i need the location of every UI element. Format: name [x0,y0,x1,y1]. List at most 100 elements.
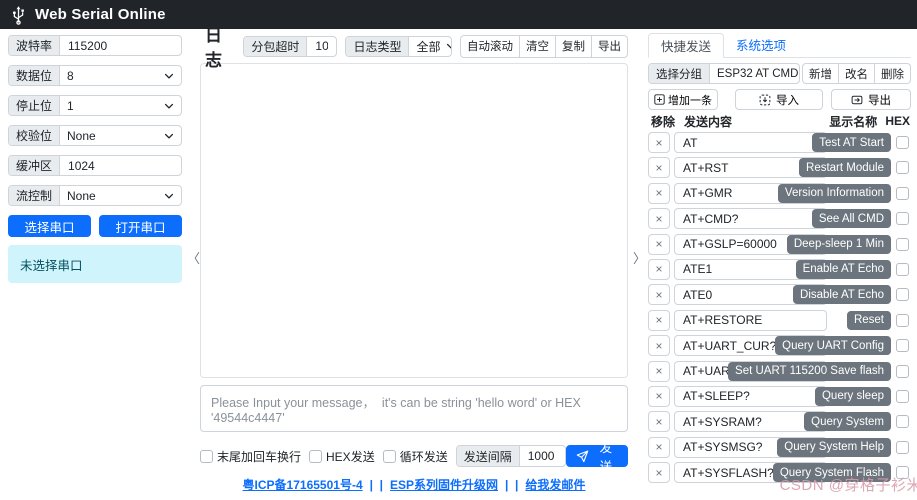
footer-separator: | | [370,478,383,492]
send-option-checkbox[interactable]: HEX发送 [309,448,375,465]
serial-setting-input[interactable] [60,36,181,55]
display-name-badge[interactable]: Query System [804,412,891,431]
serial-setting-input[interactable] [60,156,181,175]
chevron-down-icon [164,101,174,111]
log-action-button[interactable]: 导出 [591,35,628,58]
hex-checkbox[interactable] [896,441,909,454]
display-name-badge[interactable]: Version Information [778,184,891,203]
remove-row-button[interactable]: × [648,335,670,356]
display-name-badge[interactable]: See All CMD [812,209,891,228]
port-status-alert: 未选择串口 [8,245,182,283]
checkbox-label: HEX发送 [326,448,375,465]
hex-checkbox[interactable] [896,212,909,225]
hex-checkbox[interactable] [896,466,909,479]
send-option-checkbox[interactable]: 循环发送 [383,448,448,465]
log-action-button[interactable]: 复制 [555,35,592,58]
footer-link[interactable]: 粤ICP备17165501号-4 [243,476,363,493]
group-rename-button[interactable]: 改名 [838,63,875,84]
display-name-badge[interactable]: Reset [847,311,891,330]
display-name-badge[interactable]: Set UART 115200 Save flash [728,362,891,381]
tab-system-options[interactable]: 系统选项 [724,32,798,57]
remove-row-button[interactable]: × [648,310,670,331]
hex-checkbox[interactable] [896,365,909,378]
remove-row-button[interactable]: × [648,284,670,305]
collapse-right-icon[interactable]: 〉 [633,248,646,267]
send-content-input[interactable] [674,208,827,229]
select-port-button[interactable]: 选择串口 [8,215,91,237]
packet-timeout-input[interactable] [307,37,336,56]
display-name-badge[interactable]: Query System Flash [773,463,891,482]
remove-row-button[interactable]: × [648,157,670,178]
log-type-group: 日志类型 全部 [345,36,452,57]
checkbox-box-icon[interactable] [383,450,396,463]
plus-square-icon [654,94,665,105]
hex-checkbox[interactable] [896,288,909,301]
remove-row-button[interactable]: × [648,183,670,204]
right-tabs: 快捷发送 系统选项 [648,33,911,58]
send-content-input[interactable] [674,386,827,407]
footer-link[interactable]: 给我发邮件 [525,476,585,493]
display-name-badge[interactable]: Test AT Start [812,133,891,152]
checkbox-box-icon[interactable] [200,450,213,463]
remove-row-button[interactable]: × [648,462,670,483]
checkbox-label: 末尾加回车换行 [217,448,301,465]
display-name-badge[interactable]: Restart Module [799,158,891,177]
log-type-select[interactable]: 全部 [409,37,452,56]
message-input[interactable] [200,385,628,432]
serial-setting-select[interactable]: 8 [60,66,181,85]
quick-send-row: × Version Information [648,183,911,204]
log-action-button[interactable]: 清空 [519,35,556,58]
hex-checkbox[interactable] [896,415,909,428]
hex-checkbox[interactable] [896,339,909,352]
quick-send-row: × Deep-sleep 1 Min [648,234,911,255]
display-name-badge[interactable]: Disable AT Echo [793,285,891,304]
footer-link[interactable]: ESP系列固件升级网 [390,476,498,493]
send-content-input[interactable] [674,310,827,331]
hex-checkbox[interactable] [896,136,909,149]
send-option-checkbox[interactable]: 末尾加回车换行 [200,448,301,465]
remove-row-button[interactable]: × [648,259,670,280]
remove-row-button[interactable]: × [648,132,670,153]
group-delete-button[interactable]: 删除 [874,63,911,84]
send-button[interactable]: 发送 [566,445,628,467]
log-action-button[interactable]: 自动滚动 [460,35,520,58]
group-action-buttons: 新增 改名 删除 [802,63,911,84]
display-name-badge[interactable]: Query sleep [815,387,891,406]
hex-checkbox[interactable] [896,161,909,174]
remove-row-button[interactable]: × [648,411,670,432]
hex-checkbox[interactable] [896,263,909,276]
hex-checkbox[interactable] [896,238,909,251]
quick-send-row: × Query UART Config [648,335,911,356]
import-button[interactable]: 导入 [735,89,823,110]
checkbox-box-icon[interactable] [309,450,322,463]
serial-setting-select[interactable]: None [60,126,181,145]
hex-checkbox[interactable] [896,187,909,200]
hex-checkbox[interactable] [896,314,909,327]
group-select[interactable]: ESP32 AT CMD [710,64,799,83]
remove-row-button[interactable]: × [648,234,670,255]
select-value: None [67,129,96,143]
remove-row-button[interactable]: × [648,437,670,458]
group-add-button[interactable]: 新增 [802,63,839,84]
remove-row-button[interactable]: × [648,208,670,229]
remove-row-button[interactable]: × [648,386,670,407]
tab-quick-send[interactable]: 快捷发送 [648,33,724,58]
export-button[interactable]: 导出 [831,89,911,110]
display-name-badge[interactable]: Deep-sleep 1 Min [787,235,891,254]
serial-setting-select[interactable]: None [60,186,181,205]
display-name-badge[interactable]: Enable AT Echo [796,260,891,279]
serial-setting-row: 流控制 None [8,185,182,206]
display-name-badge[interactable]: Query System Help [777,438,891,457]
serial-setting-select[interactable]: 1 [60,96,181,115]
interval-group: 发送间隔 [456,445,566,467]
send-content-input[interactable] [674,132,827,153]
open-port-button[interactable]: 打开串口 [99,215,182,237]
hex-checkbox[interactable] [896,390,909,403]
interval-input[interactable] [520,446,566,466]
display-name-badge[interactable]: Query UART Config [775,336,891,355]
add-row-button[interactable]: 增加一条 [648,89,718,110]
log-output-area[interactable] [200,63,628,378]
remove-row-button[interactable]: × [648,361,670,382]
quick-send-row: × Set UART 115200 Save flash [648,361,911,382]
collapse-left-icon[interactable]: 〈 [187,248,200,267]
